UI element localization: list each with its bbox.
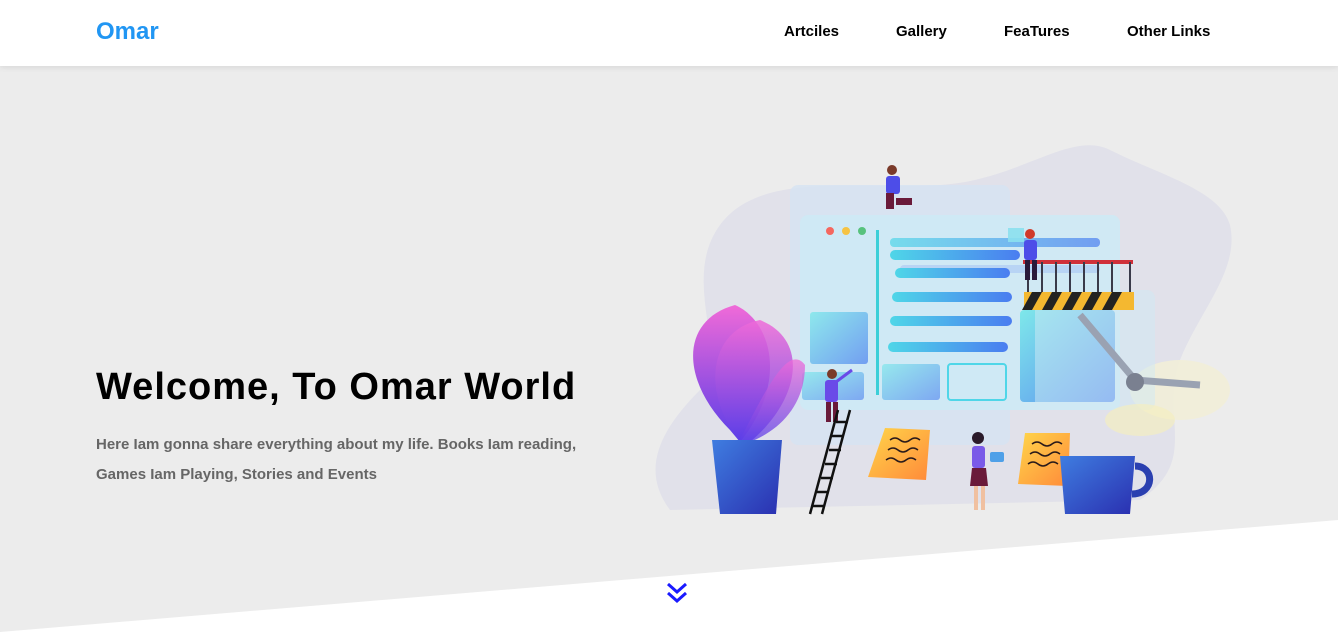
hero-illustration bbox=[655, 145, 1232, 515]
nav-link-other-links[interactable]: Other Links bbox=[1127, 23, 1210, 40]
nav-link-features[interactable]: FeaTures bbox=[1004, 23, 1070, 40]
hero-title: Welcome, To Omar World bbox=[96, 366, 577, 408]
double-chevron-down-icon[interactable] bbox=[664, 580, 690, 606]
nav-link-gallery[interactable]: Gallery bbox=[896, 23, 947, 40]
site-header: Omar Artciles Gallery FeaTures Other Lin… bbox=[0, 0, 1338, 66]
nav-link-articles[interactable]: Artciles bbox=[784, 23, 839, 40]
hero-description: Here Iam gonna share everything about my… bbox=[96, 436, 577, 483]
site-logo[interactable]: Omar bbox=[96, 18, 159, 46]
